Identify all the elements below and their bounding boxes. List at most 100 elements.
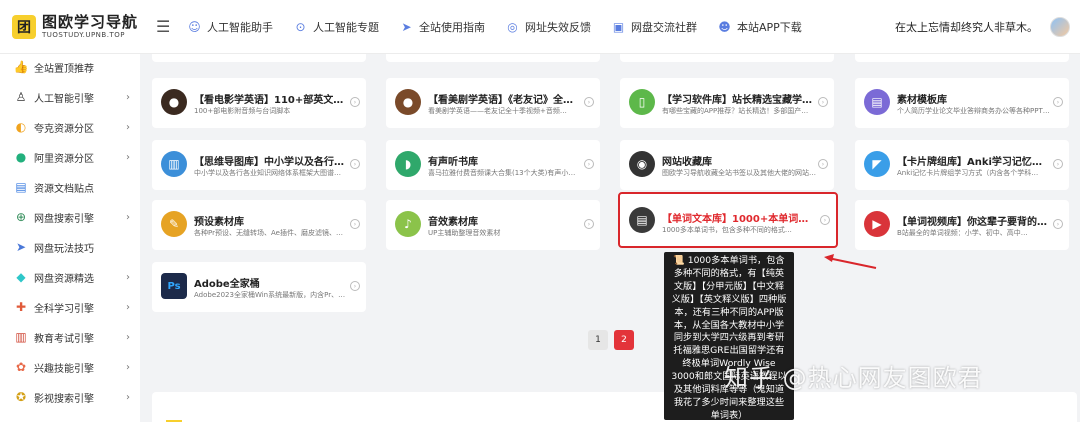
nav-link-feedback[interactable]: ◎ 网址失效反馈 (506, 19, 591, 35)
chevron-right-icon[interactable]: › (820, 215, 830, 225)
phone-icon: ▯ (629, 89, 655, 115)
chevron-right-icon: › (126, 151, 130, 163)
chevron-right-icon[interactable]: › (350, 97, 360, 107)
chat-icon: ▣ (612, 19, 625, 34)
card-partial (855, 54, 1069, 62)
sidebar-item-netdisk-search[interactable]: ⊕ 网盘搜索引擎 › (0, 207, 140, 227)
nav-ai-assistant[interactable]: ☺ 人工智能助手 (188, 19, 273, 35)
page-button-2[interactable]: 2 (614, 330, 634, 350)
diamond-icon: ◆ (16, 270, 26, 284)
study-icon: ✚ (15, 300, 27, 314)
sidebar-item-docs[interactable]: ▤ 资源文档贴点 (0, 177, 140, 197)
card-templates[interactable]: ▤ 素材模板库 个人简历学业论文毕业答辩商务办公等各种PPT… › (855, 78, 1069, 128)
book-open-icon: ▥ (161, 151, 187, 177)
chevron-right-icon[interactable]: › (350, 219, 360, 229)
card-partial (152, 54, 366, 62)
card-audiobooks[interactable]: ◗ 有声听书库 喜马拉雅付费音频课大合集(13个大类)有声小… › (386, 140, 600, 190)
sidebar-item-study-engine[interactable]: ✚ 全科学习引擎 › (0, 297, 140, 317)
chevron-right-icon: › (126, 211, 130, 223)
card-adobe[interactable]: Ps Adobe全家桶 Adobe2023全家桶Win系统最新版，内含Pr、… … (152, 262, 366, 312)
robot-head-icon: ⊙ (295, 19, 306, 34)
sidebar-item-quark[interactable]: ◐ 夸克资源分区 › (0, 117, 140, 137)
nav-app-download[interactable]: ☻ 本站APP下载 (718, 19, 802, 35)
chevron-right-icon[interactable]: › (1053, 159, 1063, 169)
nav-community[interactable]: ▣ 网盘交流社群 (612, 19, 697, 35)
sidebar-item-picks[interactable]: ◆ 网盘资源精选 › (0, 267, 140, 287)
nav-ai-topics[interactable]: ⊙ 人工智能专题 (294, 19, 379, 35)
card-sound-effects[interactable]: ♪ 音效素材库 UP主辅助整理音效素材 › (386, 200, 600, 250)
card-tooltip: 📜 1000多本单词书，包含多种不同的格式，有【纯英文版】【分甲元版】【中文释义… (664, 252, 794, 421)
aliyun-icon: ● (15, 150, 27, 164)
card-movie-english[interactable]: ● 【看电影学英语】110+部英文动画电… 100+部电影附音频与台词脚本 › (152, 78, 366, 128)
sidebar-item-ai-engine[interactable]: ♙ 人工智能引擎 › (0, 87, 140, 107)
chevron-right-icon: › (126, 361, 130, 373)
sidebar-item-aliyun[interactable]: ● 阿里资源分区 › (0, 147, 140, 167)
quark-icon: ◐ (15, 120, 27, 134)
card-vocabulary-video[interactable]: ▶ 【单词视频库】你这辈子要背的单词都… B站最全的单词视频：小学、初中、高中…… (855, 200, 1069, 250)
card-anki[interactable]: ◤ 【卡片牌组库】Anki学习记忆卡片牌组… Anki记忆卡片牌组学习方式（内含… (855, 140, 1069, 190)
card-presets[interactable]: ✎ 预设素材库 各种Pr预设、无缝转场、Ae插件、磨皮滤镜、… › (152, 200, 366, 250)
template-icon: ▤ (864, 89, 890, 115)
header-motto: 在太上忘情却终究人非草木。 (895, 21, 1038, 34)
robot-icon: ♙ (15, 90, 27, 104)
thumbs-up-icon: 👍 (13, 60, 29, 74)
chevron-right-icon: › (126, 271, 130, 283)
document-icon: ▤ (15, 180, 27, 194)
page-button-1[interactable]: 1 (588, 330, 608, 350)
chevron-right-icon[interactable]: › (818, 159, 828, 169)
card-vocabulary-text[interactable]: ▤ 【单词文本库】1000+本单词表，多格… 1000多本单词书，包含多种不同的… (618, 192, 838, 248)
card-mindmaps[interactable]: ▥ 【思维导图库】中小学以及各行各业知… 中小学以及各行各业知识网络体系框架大图… (152, 140, 366, 190)
sidebar-item-video-engine[interactable]: ✪ 影视搜索引擎 › (0, 387, 140, 407)
site-logo[interactable]: 团 图欧学习导航 TUOSTUDY.UPNB.TOP (0, 14, 150, 39)
feedback-icon: ◎ (507, 19, 518, 34)
chevron-right-icon[interactable]: › (584, 97, 594, 107)
top-header: 团 图欧学习导航 TUOSTUDY.UPNB.TOP ☰ ☺ 人工智能助手 ⊙ 人工… (0, 0, 1080, 54)
send-icon: ➤ (401, 19, 412, 34)
logo-subtitle: TUOSTUDY.UPNB.TOP (42, 31, 125, 39)
sidebar-item-top-picks[interactable]: 👍 全站置顶推荐 (0, 57, 140, 77)
globe-icon: ◉ (629, 151, 655, 177)
speaker-icon: ♪ (395, 211, 421, 237)
avatar[interactable] (1050, 17, 1070, 37)
search-globe-icon: ⊕ (15, 210, 27, 224)
chevron-right-icon[interactable]: › (584, 159, 594, 169)
chevron-right-icon[interactable]: › (818, 97, 828, 107)
card-study-apps[interactable]: ▯ 【学习软件库】站长精选宝藏学习APP… 有哪些宝藏的APP推荐？站长精选！多… (620, 78, 834, 128)
robot-icon: ☺ (188, 19, 201, 34)
chevron-right-icon: › (126, 121, 130, 133)
sidebar-item-exam-engine[interactable]: ▥ 教育考试引擎 › (0, 327, 140, 347)
book-icon: ▥ (15, 330, 27, 344)
nav-site-guide[interactable]: ➤ 全站使用指南 (400, 19, 485, 35)
card-bookmarks[interactable]: ◉ 网站收藏库 图欧学习导航收藏全站书签以及其他大佬的网站… › (620, 140, 834, 190)
chevron-right-icon[interactable]: › (1053, 219, 1063, 229)
sidebar: 👍 全站置顶推荐 ♙ 人工智能引擎 › ◐ 夸克资源分区 › ● 阿里资源分区 › ▤ 资源文档… (0, 54, 140, 422)
palette-icon: ✿ (15, 360, 27, 374)
chevron-right-icon[interactable]: › (1053, 97, 1063, 107)
card-partial (386, 54, 600, 62)
logo-title: 图欧学习导航 (42, 13, 139, 31)
notebook-icon: ▤ (629, 207, 655, 233)
chevron-right-icon: › (126, 91, 130, 103)
anki-icon: ◤ (864, 151, 890, 177)
card-friends-english[interactable]: ● 【看美剧学英语】《老友记》全十季 … 看美剧学英语——老友记全十季视频+音频… (386, 78, 600, 128)
headphones-icon: ◗ (395, 151, 421, 177)
chevron-right-icon[interactable]: › (350, 281, 360, 291)
sidebar-item-hobby-engine[interactable]: ✿ 兴趣技能引擎 › (0, 357, 140, 377)
sidebar-item-tips[interactable]: ➤ 网盘玩法技巧 (0, 237, 140, 257)
top-nav: ☺ 人工智能助手 ⊙ 人工智能专题 ➤ 全站使用指南 ◎ 网址失效反馈 ▣ 网盘交流社群 … (188, 19, 823, 35)
annotation-arrow (824, 254, 877, 269)
app-icon: ☻ (718, 19, 731, 34)
photoshop-icon: Ps (161, 273, 187, 299)
menu-icon[interactable]: ☰ (156, 17, 182, 36)
chevron-right-icon[interactable]: › (350, 159, 360, 169)
bottom-section (152, 392, 1077, 422)
chevron-right-icon: › (126, 391, 130, 403)
card-partial (620, 54, 834, 62)
card-thumb: ● (161, 89, 187, 115)
film-icon: ✪ (15, 390, 27, 404)
chevron-right-icon[interactable]: › (584, 219, 594, 229)
pencil-icon: ✎ (161, 211, 187, 237)
logo-mark-icon: 团 (12, 14, 36, 39)
chevron-right-icon: › (126, 331, 130, 343)
card-thumb: ● (395, 89, 421, 115)
